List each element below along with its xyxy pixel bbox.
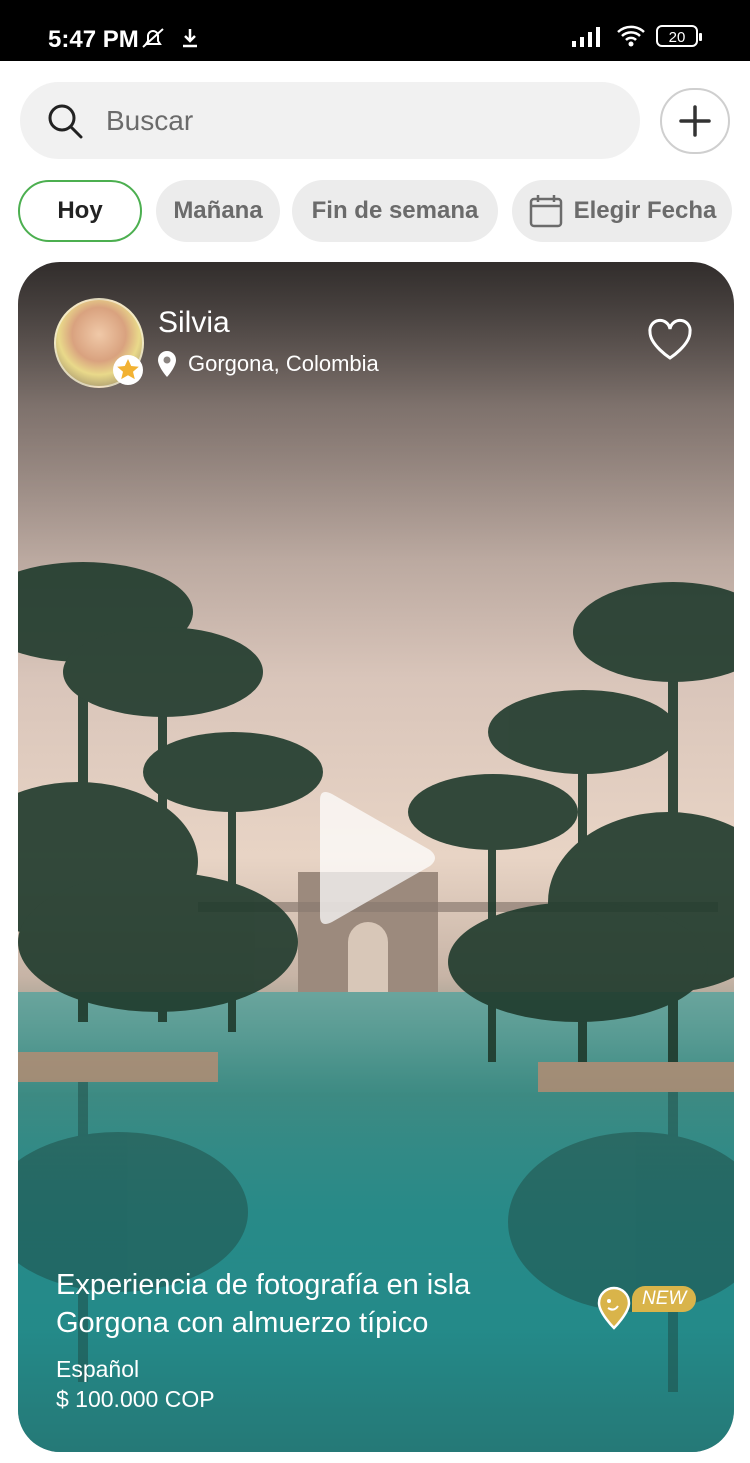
status-bar: 5:47 PM 20 [0,0,750,61]
signal-icon [572,27,600,47]
mute-bell-icon [142,28,164,48]
filter-chip-label: Elegir Fecha [573,197,717,224]
host-name: Silvia [158,306,230,339]
search-bar[interactable] [20,82,640,159]
wifi-icon [617,25,645,47]
download-icon [183,29,197,48]
calendar-icon [529,195,562,228]
experience-title: Experiencia de fotografía en isla Gorgon… [56,1269,471,1339]
location-pin-icon [158,351,176,377]
experience-card[interactable]: Silvia Gorgona, Colombia Experiencia de … [18,262,734,1452]
add-button[interactable] [660,88,730,154]
host-location: Gorgona, Colombia [156,350,379,378]
search-input[interactable] [104,103,588,138]
filter-chip-manana[interactable]: Mañana [156,180,280,242]
face-marker-icon [597,1286,631,1330]
experience-language: Español [56,1356,140,1382]
plus-icon [679,105,711,137]
battery-indicator: 20 [656,25,702,47]
star-badge-icon [113,355,143,385]
location-text: Gorgona, Colombia [188,351,379,376]
status-time: 5:47 PM [48,26,139,53]
play-icon[interactable] [310,788,440,928]
filter-chip-elegir-fecha[interactable]: Elegir Fecha [512,180,732,242]
new-badge: NEW [632,1286,697,1312]
favorite-heart-icon[interactable] [646,318,694,362]
filter-chip-fin-de-semana[interactable]: Fin de semana [292,180,498,242]
experience-price: $ 100.000 COP [56,1386,215,1412]
filter-chip-hoy[interactable]: Hoy [18,180,142,242]
search-icon [48,104,83,138]
